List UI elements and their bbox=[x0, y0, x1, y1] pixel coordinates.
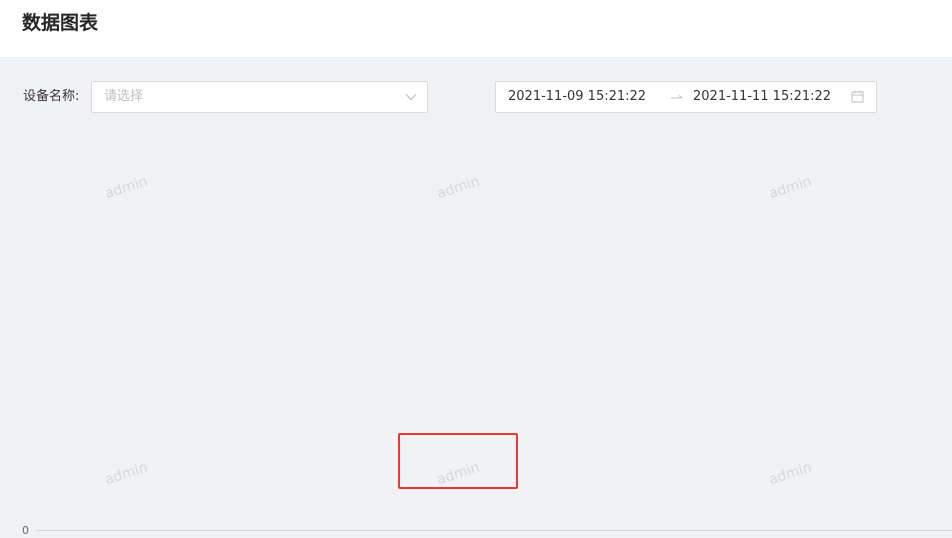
watermark-text: admin bbox=[435, 173, 482, 203]
y-axis-zero-label: 0 bbox=[22, 524, 29, 537]
page-title: 数据图表 bbox=[22, 12, 99, 34]
watermark-text: admin bbox=[767, 173, 814, 203]
device-select[interactable]: 请选择 bbox=[91, 81, 428, 113]
date-range-start[interactable]: 2021-11-09 15:21:22 bbox=[508, 89, 646, 105]
watermark-text: admin bbox=[103, 173, 150, 203]
device-name-label: 设备名称: bbox=[23, 89, 80, 104]
date-range-picker[interactable]: 2021-11-09 15:21:22 2021-11-11 15:21:22 bbox=[495, 81, 877, 113]
calendar-icon[interactable] bbox=[851, 90, 864, 103]
chevron-down-icon bbox=[405, 94, 417, 101]
arrow-right-icon bbox=[671, 95, 683, 99]
chart-x-axis-line bbox=[36, 530, 952, 531]
date-range-end[interactable]: 2021-11-11 15:21:22 bbox=[693, 89, 831, 105]
device-select-placeholder: 请选择 bbox=[104, 89, 144, 104]
data-chart-page: 数据图表 设备名称: 请选择 2021-11-09 15:21:22 2021-… bbox=[0, 0, 952, 538]
highlight-box bbox=[398, 433, 518, 489]
watermark-text: admin bbox=[767, 459, 814, 489]
watermark-text: admin bbox=[103, 459, 150, 489]
page-header: 数据图表 bbox=[0, 0, 952, 57]
